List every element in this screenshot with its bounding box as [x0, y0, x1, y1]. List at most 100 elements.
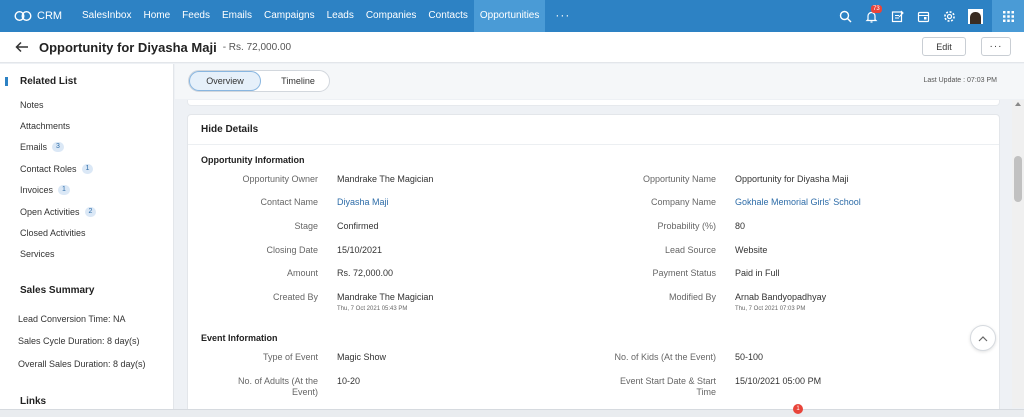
company-name-link[interactable]: Gokhale Memorial Girls' School [735, 197, 861, 208]
event-start-value[interactable]: 15/10/2021 05:00 PM [735, 376, 821, 387]
nav-contacts[interactable]: Contacts [422, 0, 473, 32]
page-amount: - Rs. 72,000.00 [222, 41, 292, 53]
opportunity-owner-label: Opportunity Owner [242, 174, 318, 184]
sidebar-item-closed-activities[interactable]: Closed Activities [20, 228, 86, 238]
record-header: Opportunity for Diyasha Maji - Rs. 72,00… [0, 32, 1024, 63]
type-of-event-label: Type of Event [262, 352, 318, 362]
user-avatar[interactable] [962, 0, 988, 32]
lead-source-label: Lead Source [664, 245, 716, 255]
top-navigation-bar: CRM SalesInbox Home Feeds Emails Campaig… [0, 0, 1024, 32]
lead-source-value[interactable]: Website [735, 245, 767, 256]
avatar-image [967, 8, 983, 24]
opportunity-information-title: Opportunity Information [201, 155, 305, 165]
crm-logo[interactable]: CRM [0, 0, 76, 32]
nav-companies[interactable]: Companies [360, 0, 423, 32]
notification-bell-icon[interactable]: 73 [858, 0, 884, 32]
count-badge: 3 [52, 142, 64, 152]
no-of-adults-value[interactable]: 10-20 [337, 376, 360, 387]
notification-count-badge: 73 [871, 5, 882, 13]
sidebar-item-label: Open Activities [20, 207, 80, 217]
settings-gear-icon[interactable] [936, 0, 962, 32]
back-arrow-icon[interactable] [15, 41, 29, 53]
modified-by-value: Arnab Bandyopadhyay [735, 292, 827, 302]
opportunity-owner-value[interactable]: Mandrake The Magician [337, 174, 433, 185]
opportunity-name-value[interactable]: Opportunity for Diyasha Maji [735, 174, 849, 185]
no-of-adults-label-line1: No. of Adults (At the [237, 376, 318, 386]
closing-date-value[interactable]: 15/10/2021 [337, 245, 382, 256]
sidebar-item-label: Closed Activities [20, 228, 86, 238]
sidebar-item-label: Attachments [20, 121, 71, 131]
scroll-up-arrow-icon[interactable] [1015, 102, 1021, 106]
no-of-kids-value[interactable]: 50-100 [735, 352, 763, 363]
contact-name-label: Contact Name [260, 197, 318, 207]
chevron-up-icon [978, 335, 988, 341]
probability-value[interactable]: 80 [735, 221, 745, 232]
sidebar-item-open-activities[interactable]: Open Activities 2 [20, 207, 97, 217]
amount-value[interactable]: Rs. 72,000.00 [337, 268, 393, 279]
apps-grid-icon[interactable] [992, 0, 1024, 32]
search-icon[interactable] [832, 0, 858, 32]
nav-leads[interactable]: Leads [321, 0, 360, 32]
nav-more-menu[interactable]: ··· [545, 0, 580, 32]
no-of-adults-label: No. of Adults (At the Event) [188, 376, 318, 398]
view-tabs-bar: Overview Timeline Last Update : 07:03 PM [175, 64, 1024, 99]
details-card: Hide Details Opportunity Information Opp… [187, 114, 1000, 417]
related-list-sidebar: Related List Notes Attachments Emails 3 C… [0, 64, 174, 417]
created-by-timestamp: Thu, 7 Oct 2021 05:43 PM [337, 306, 408, 312]
sidebar-item-contact-roles[interactable]: Contact Roles 1 [20, 164, 94, 174]
event-start-label-line1: Event Start Date & Start [619, 376, 716, 386]
type-of-event-value[interactable]: Magic Show [337, 352, 386, 363]
sidebar-item-attachments[interactable]: Attachments [20, 121, 70, 131]
sidebar-item-label: Notes [20, 100, 44, 110]
sidebar-item-label: Invoices [20, 185, 54, 195]
sales-summary-heading: Sales Summary [20, 285, 95, 296]
sidebar-item-label: Contact Roles [20, 164, 77, 174]
bottom-bar [0, 409, 1024, 417]
hide-details-toggle[interactable]: Hide Details [201, 124, 258, 135]
amount-label: Amount [286, 268, 318, 278]
event-start-label: Event Start Date & Start Time [586, 376, 716, 398]
count-badge: 1 [58, 185, 70, 195]
divider [188, 144, 999, 145]
calendar-icon[interactable] [910, 0, 936, 32]
nav-opportunities[interactable]: Opportunities [473, 0, 546, 32]
nav-home[interactable]: Home [137, 0, 176, 32]
tab-timeline[interactable]: Timeline [265, 71, 331, 91]
sidebar-active-marker [5, 77, 8, 86]
nav-campaigns[interactable]: Campaigns [258, 0, 321, 32]
nav-emails[interactable]: Emails [216, 0, 258, 32]
sales-cycle-duration: Sales Cycle Duration: 8 day(s) [18, 336, 140, 346]
compose-icon[interactable] [884, 0, 910, 32]
previous-card-edge [187, 100, 1000, 106]
nav-salesinbox[interactable]: SalesInbox [76, 0, 137, 32]
nav-feeds[interactable]: Feeds [176, 0, 216, 32]
page-title: Opportunity for Diyasha Maji [39, 39, 217, 55]
scroll-to-top-button[interactable] [970, 325, 996, 351]
crm-logo-icon [14, 10, 32, 22]
stage-value[interactable]: Confirmed [337, 221, 379, 232]
tab-overview[interactable]: Overview [189, 71, 261, 91]
payment-status-label: Payment Status [652, 268, 716, 278]
edit-button[interactable]: Edit [922, 37, 966, 56]
probability-label: Probability (%) [657, 221, 716, 231]
brand-name: CRM [37, 10, 63, 22]
count-badge: 2 [84, 207, 97, 217]
sidebar-item-services[interactable]: Services [20, 249, 55, 259]
created-by-label: Created By [272, 292, 318, 302]
sidebar-item-emails[interactable]: Emails 3 [20, 142, 64, 152]
sidebar-item-invoices[interactable]: Invoices 1 [20, 185, 70, 195]
scrollbar-thumb[interactable] [1014, 156, 1022, 202]
sidebar-item-notes[interactable]: Notes [20, 100, 44, 110]
no-of-kids-label: No. of Kids (At the Event) [614, 352, 716, 362]
bottom-notification-badge: 1 [793, 404, 803, 414]
event-information-title: Event Information [201, 333, 278, 343]
last-update-text: Last Update : 07:03 PM [923, 77, 997, 84]
closing-date-label: Closing Date [266, 245, 318, 255]
payment-status-value[interactable]: Paid in Full [735, 268, 780, 279]
vertical-scrollbar[interactable] [1012, 100, 1024, 408]
more-actions-button[interactable]: ··· [981, 37, 1011, 56]
opportunity-name-label: Opportunity Name [642, 174, 716, 184]
modified-by-label: Modified By [668, 292, 716, 302]
contact-name-link[interactable]: Diyasha Maji [337, 197, 389, 208]
no-of-adults-label-line2: Event) [291, 387, 318, 397]
